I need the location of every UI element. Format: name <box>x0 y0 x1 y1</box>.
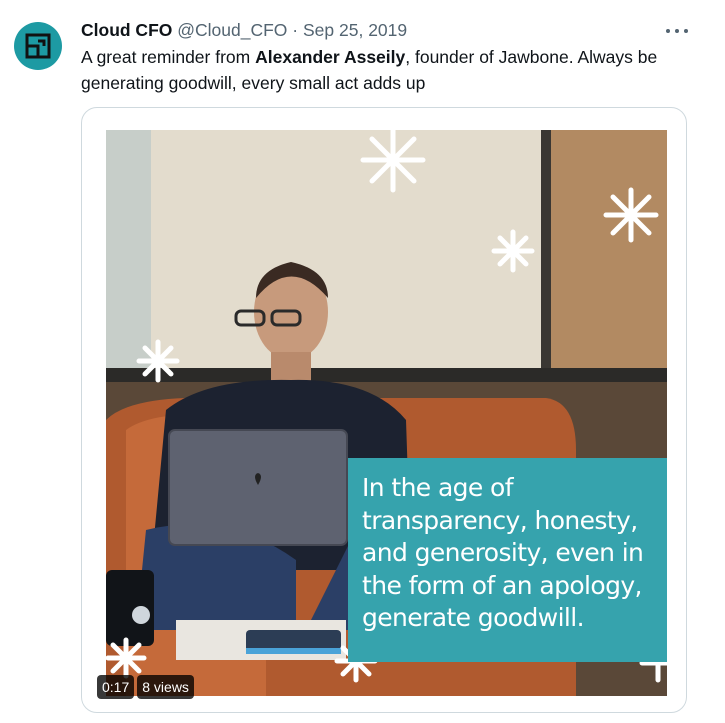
quote-line: the form of an apology, <box>362 570 643 600</box>
video-time: 0:17 <box>97 675 135 699</box>
more-dot <box>684 29 688 33</box>
tweet-date[interactable]: Sep 25, 2019 <box>303 20 407 40</box>
media-card[interactable]: In the age of transparency, honesty, and… <box>81 107 687 713</box>
quote-line: In the age of <box>362 473 514 502</box>
mentioned-name: Alexander Asseily <box>255 47 406 67</box>
view-count: 8 views <box>137 675 194 699</box>
quote-line: transparency, honesty, <box>362 505 638 535</box>
video-badges: 0:17 8 views <box>97 675 194 699</box>
quote-line: generate goodwill. <box>362 603 585 632</box>
author-handle[interactable]: @Cloud_CFO <box>177 20 287 40</box>
video-player[interactable]: In the age of transparency, honesty, and… <box>106 130 667 696</box>
more-dot <box>666 29 670 33</box>
tweet-header: Cloud CFO @Cloud_CFO · Sep 25, 2019 <box>81 19 407 41</box>
tweet: Cloud CFO @Cloud_CFO · Sep 25, 2019 A gr… <box>0 0 725 723</box>
tweet-text-part1: A great reminder from <box>81 47 256 67</box>
author-name[interactable]: Cloud CFO <box>81 20 172 40</box>
avatar[interactable] <box>14 22 62 70</box>
more-dot <box>675 29 679 33</box>
quote-line: and generosity, even in <box>362 538 644 567</box>
quote-overlay: In the age of transparency, honesty, and… <box>348 458 667 662</box>
tweet-text: A great reminder from Alexander Asseily,… <box>81 44 701 96</box>
cloud-cfo-logo-icon <box>25 33 51 59</box>
more-horizontal-icon[interactable] <box>666 24 688 38</box>
header-separator: · <box>292 20 299 40</box>
